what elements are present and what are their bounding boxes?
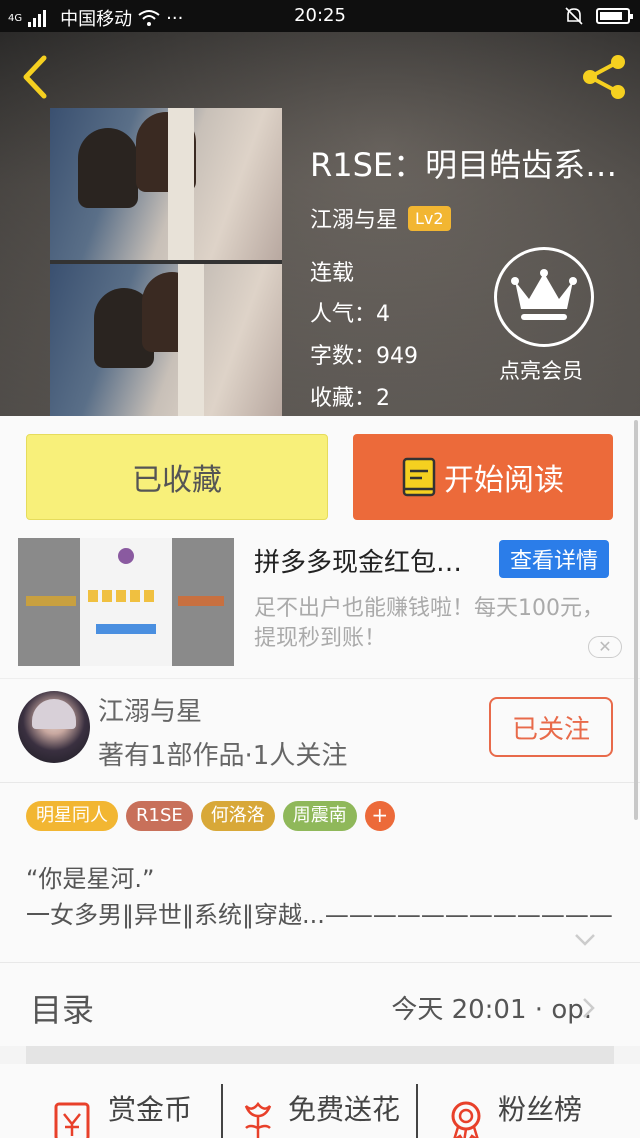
- status-bar: 4G 中国移动 ··· 20:25: [0, 0, 640, 32]
- action-bar: 已收藏 开始阅读: [0, 416, 640, 534]
- author-name[interactable]: 江溺与星: [98, 691, 202, 728]
- book-author[interactable]: 江溺与星: [310, 202, 398, 234]
- ad-banner[interactable]: 拼多多现金红包… 查看详情 足不出户也能赚钱啦！每天100元，提现秒到账！ ✕: [0, 534, 640, 678]
- section-divider: [26, 1046, 614, 1064]
- chevron-right-icon: [583, 998, 595, 1018]
- book-cover[interactable]: [50, 108, 282, 416]
- latest-update: 今天 20:01 · op.: [391, 995, 592, 1025]
- stat-divider: [416, 1084, 418, 1138]
- tag-chip[interactable]: 明星同人: [26, 801, 118, 831]
- bottom-stats: 赏金币 0 免费送花 0 粉丝榜 1: [0, 1064, 640, 1138]
- intro-quote: “你是星河.”: [26, 865, 155, 893]
- add-tag-button[interactable]: +: [364, 801, 395, 831]
- clock: 20:25: [294, 5, 346, 26]
- follow-button[interactable]: 已关注: [489, 697, 613, 757]
- catalog-label: 目录: [30, 991, 95, 1029]
- level-badge: Lv2: [408, 205, 451, 231]
- start-reading-label: 开始阅读: [444, 463, 564, 498]
- chevron-down-icon[interactable]: [574, 933, 596, 947]
- collected-button[interactable]: 已收藏: [26, 434, 328, 520]
- book-popularity: 人气：4: [310, 302, 390, 327]
- book-title: R1SE：明目皓齿系…: [310, 146, 618, 184]
- ad-close-button[interactable]: ✕: [588, 636, 622, 658]
- reward-coin-button[interactable]: 赏金币 0: [52, 1084, 212, 1138]
- battery-icon: [596, 8, 633, 24]
- tag-chip[interactable]: 何洛洛: [200, 801, 275, 831]
- ad-image[interactable]: [18, 538, 234, 666]
- stat-divider: [221, 1084, 223, 1138]
- medal-icon: [451, 1101, 481, 1138]
- share-icon[interactable]: [580, 54, 628, 100]
- reward-coin-label: 赏金币: [108, 1093, 193, 1126]
- coin-envelope-icon: [54, 1102, 90, 1138]
- start-reading-button[interactable]: 开始阅读: [353, 434, 613, 520]
- book-favorites: 收藏：2: [310, 386, 390, 411]
- fan-ranking-label: 粉丝榜: [498, 1093, 583, 1126]
- catalog-row[interactable]: 目录 今天 20:01 · op.: [0, 962, 640, 1046]
- vip-button[interactable]: 点亮会员: [494, 247, 594, 397]
- back-icon[interactable]: [14, 52, 54, 102]
- ad-description: 足不出户也能赚钱啦！每天100元，提现秒到账！: [254, 596, 604, 651]
- crown-icon: [511, 269, 577, 320]
- tag-chip[interactable]: R1SE: [126, 801, 193, 831]
- book-header: R1SE：明目皓齿系… 江溺与星 Lv2 连载 人气：4 字数：949 收藏：2…: [0, 32, 640, 416]
- author-avatar[interactable]: [18, 691, 90, 763]
- send-flower-button[interactable]: 免费送花 0: [236, 1084, 412, 1138]
- intro-summary: 一女多男‖异世‖系统‖穿越...————————————: [26, 901, 613, 929]
- vip-label: 点亮会员: [499, 359, 583, 383]
- view-details-button[interactable]: 查看详情: [499, 540, 609, 578]
- mute-bell-icon: [565, 7, 583, 25]
- tag-chip[interactable]: 周震南: [282, 801, 357, 831]
- send-flower-label: 免费送花: [288, 1093, 401, 1126]
- tag-list: 明星同人 R1SE 何洛洛 周震南 +: [26, 801, 395, 831]
- author-summary: 著有1部作品·1人关注: [98, 741, 348, 771]
- flower-icon: [244, 1101, 272, 1138]
- author-section: 江溺与星 著有1部作品·1人关注 已关注: [0, 678, 640, 782]
- fan-ranking-button[interactable]: 粉丝榜 1: [446, 1084, 596, 1138]
- scrollbar[interactable]: [634, 420, 638, 820]
- book-word-count: 字数：949: [310, 344, 418, 369]
- book-status: 连载: [310, 261, 355, 286]
- tags-section: 明星同人 R1SE 何洛洛 周震南 + “你是星河.” 一女多男‖异世‖系统‖穿越...…: [0, 782, 640, 962]
- book-icon: [402, 457, 436, 497]
- ad-title[interactable]: 拼多多现金红包…: [254, 542, 490, 579]
